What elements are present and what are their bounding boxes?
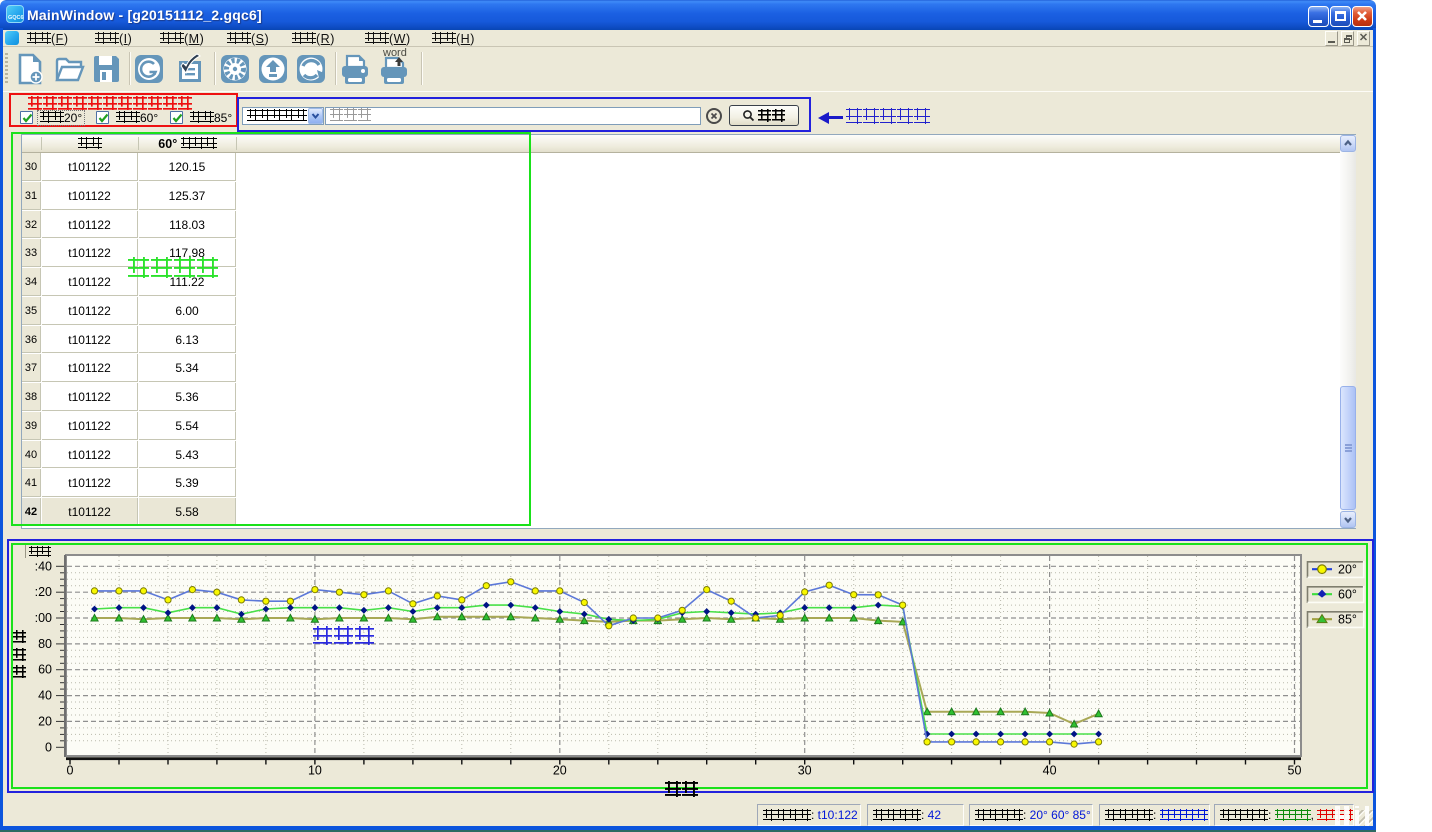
svg-text:30: 30 bbox=[798, 764, 812, 778]
svg-text::20: :20 bbox=[35, 585, 52, 599]
svg-text:85°: 85° bbox=[1338, 613, 1357, 627]
svg-text:60: 60 bbox=[38, 663, 52, 677]
svg-text:10: 10 bbox=[308, 764, 322, 778]
svg-text:50: 50 bbox=[1288, 764, 1302, 778]
svg-text:60°: 60° bbox=[1338, 588, 1357, 602]
svg-text:80: 80 bbox=[38, 637, 52, 651]
svg-text::00: :00 bbox=[35, 611, 52, 625]
svg-text:20: 20 bbox=[38, 714, 52, 728]
svg-text:0: 0 bbox=[67, 764, 74, 778]
svg-text:40: 40 bbox=[1043, 764, 1057, 778]
svg-text::40: :40 bbox=[35, 559, 52, 573]
svg-text:0: 0 bbox=[45, 740, 52, 754]
svg-text:20: 20 bbox=[553, 764, 567, 778]
svg-text:40: 40 bbox=[38, 689, 52, 703]
svg-text:20°: 20° bbox=[1338, 563, 1357, 577]
